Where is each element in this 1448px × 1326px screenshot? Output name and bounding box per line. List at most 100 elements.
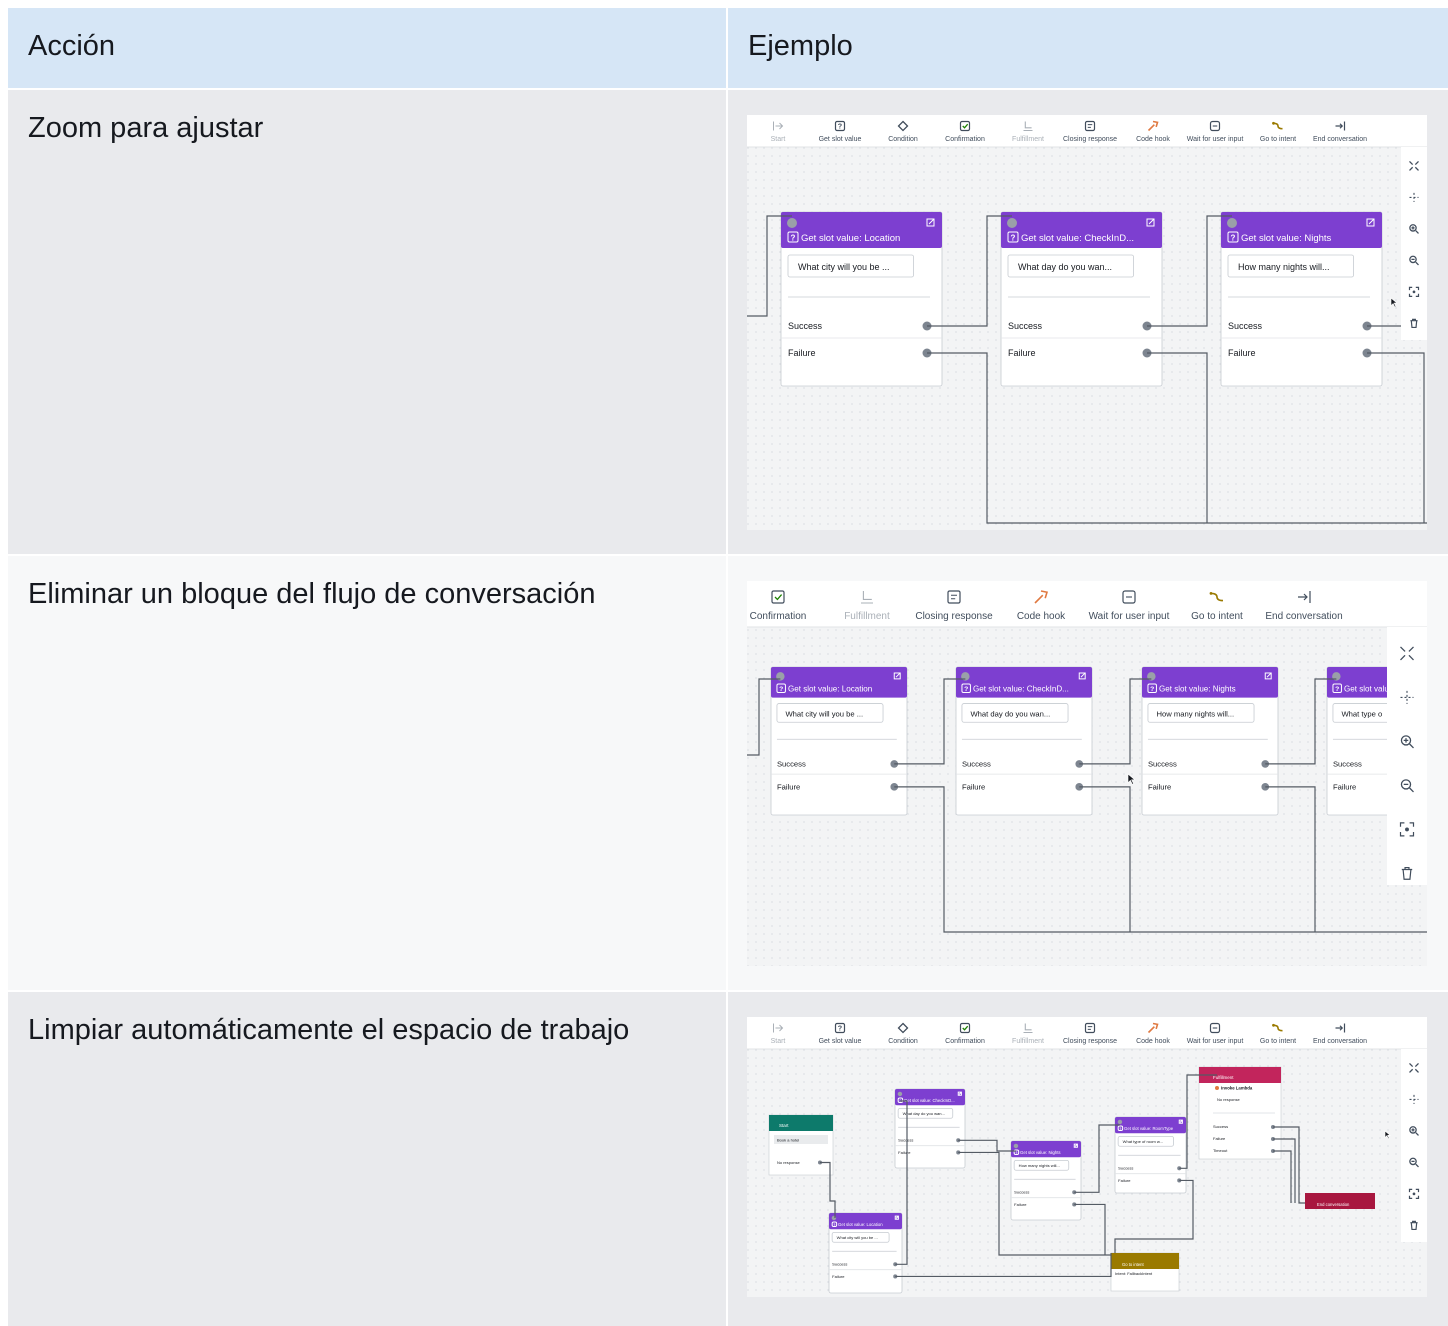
toolbar-label: Condition	[888, 136, 918, 143]
end-conversation-block[interactable]: End conversation	[1305, 1193, 1375, 1209]
zoom-controls-panel	[1401, 147, 1427, 340]
slot-icon-glyph: ?	[791, 234, 796, 243]
action-text: Limpiar automáticamente el espacio de tr…	[28, 1014, 630, 1046]
toolbar-label: Fulfillment	[1012, 1038, 1044, 1045]
go-to-intent-dot	[1209, 592, 1213, 595]
input-port	[897, 1091, 903, 1097]
block-title: Get slot value: RoomType	[1124, 1126, 1174, 1131]
slot-icon-glyph: ?	[833, 1223, 835, 1227]
action-text: Zoom para ajustar	[28, 112, 264, 144]
block-title: Get slot value: Nights	[1020, 1150, 1061, 1155]
slot-block-location[interactable]: ? Get slot value: LocationWhat city will …	[828, 1212, 903, 1294]
toolbar-label: Confirmation	[945, 136, 985, 143]
block-title: Get slot value: CheckInD...	[1021, 233, 1134, 244]
failure-label: Failure	[832, 1274, 845, 1279]
toolbar-label: Confirmation	[945, 1038, 985, 1045]
toolbar-label: Get slot value	[819, 136, 862, 143]
failure-label: Failure	[788, 348, 816, 358]
toolbar-label: Fulfillment	[844, 611, 890, 622]
prompt-text: How many nights will...	[1019, 1163, 1060, 1168]
block-title: Get slot value: Nights	[1159, 685, 1236, 694]
toolbar-label: Wait for user input	[1089, 611, 1170, 622]
table-row: Eliminar un bloque del flujo de conversa…	[8, 556, 1448, 990]
toolbar-label: Start	[771, 1038, 786, 1045]
input-port	[1227, 218, 1237, 228]
block-title: Get slot value: Nights	[1241, 233, 1332, 244]
block-title: Get slot value: Location	[838, 1222, 883, 1227]
zoom-controls-panel	[1401, 1049, 1427, 1242]
toolbar-label: Go to intent	[1260, 1038, 1296, 1045]
failure-label: Failure	[898, 1150, 911, 1155]
slot-block-checkin[interactable]: ? Get slot value: CheckInD... What day do …	[955, 666, 1093, 816]
toolbar-label: Condition	[888, 1038, 918, 1045]
lambda-label: Invoke Lambda	[1221, 1086, 1253, 1091]
header-action-label: Acción	[28, 30, 116, 62]
block-title: Start	[779, 1123, 789, 1128]
example-cell: Start? Get slot value Condition Confirmatio…	[728, 992, 1448, 1326]
example-cell: Confirmation Fulfillment Closing response C…	[728, 556, 1448, 990]
input-port	[1117, 1119, 1123, 1125]
flow-canvas[interactable]: Confirmation Fulfillment Closing response C…	[747, 581, 1427, 966]
failure-label: Failure	[1213, 1136, 1226, 1141]
slot-block-nights[interactable]: ? Get slot value: NightsHow many nights w…	[1141, 666, 1279, 816]
toolbar-label: Start	[771, 136, 786, 143]
header-cell-action: Acción	[8, 8, 726, 88]
example-screenshot-delete-block: Confirmation Fulfillment Closing response C…	[747, 581, 1427, 966]
toolbar-label: Get slot value	[819, 1038, 862, 1045]
action-cell: Zoom para ajustar	[8, 90, 726, 554]
input-port	[1007, 218, 1017, 228]
failure-label: Failure	[1118, 1178, 1131, 1183]
toolbar-label: End conversation	[1265, 611, 1342, 622]
toolbar-label: Code hook	[1136, 136, 1170, 143]
fulfillment-block[interactable]: Fulfillment Invoke Lambda No response Succe…	[1198, 1066, 1282, 1160]
slot-icon-glyph: ?	[1150, 686, 1154, 693]
success-label: Success	[777, 759, 806, 768]
slot-icon-glyph: ?	[779, 686, 783, 693]
flow-canvas[interactable]: Start? Get slot value Condition Confirmatio…	[747, 1017, 1427, 1297]
slot-block-checkin[interactable]: ? Get slot value: CheckInD... What day do …	[1000, 211, 1163, 387]
toolbar-label: Fulfillment	[1012, 136, 1044, 143]
header-cell-example: Ejemplo	[728, 8, 1448, 88]
edit-icon	[1073, 1143, 1078, 1148]
block-title: End conversation	[1317, 1202, 1350, 1207]
slot-block-roomtype[interactable]: ? Get slot value: RoomType What type of ro…	[1114, 1116, 1187, 1194]
slot-icon-glyph: ?	[1231, 234, 1236, 243]
zoom-controls-panel	[1387, 627, 1427, 885]
failure-label: Failure	[1228, 348, 1256, 358]
block-title: Go to intent	[1122, 1262, 1144, 1267]
slot-block-location[interactable]: ? Get slot value: LocationWhat city will …	[770, 666, 908, 816]
prompt-text: What city will you be ...	[785, 709, 863, 718]
input-port	[787, 218, 797, 228]
toolbar-label: Go to intent	[1260, 136, 1296, 143]
center-dot	[1412, 1192, 1416, 1196]
edit-icon	[1178, 1119, 1183, 1124]
prompt-text: What city will you be ...	[798, 262, 890, 272]
flow-canvas[interactable]: Start? Get slot value Condition Confirmatio…	[747, 115, 1427, 530]
success-label: Success	[1213, 1124, 1228, 1129]
prompt-text: What type of room w...	[1123, 1139, 1163, 1144]
action-cell: Eliminar un bloque del flujo de conversa…	[8, 556, 726, 990]
table-row: Limpiar automáticamente el espacio de tr…	[8, 992, 1448, 1326]
example-screenshot-zoom-to-fit: Start? Get slot value Condition Confirmatio…	[747, 115, 1427, 530]
success-label: Success	[1118, 1166, 1133, 1171]
prompt-text: What type o	[1341, 709, 1382, 718]
slot-icon-glyph: ?	[964, 686, 968, 693]
edit-icon	[894, 1215, 899, 1220]
slot-block-location[interactable]: ? Get slot value: LocationWhat city will …	[780, 211, 943, 387]
success-label: Success	[1008, 321, 1043, 331]
go-to-intent-dot	[1272, 1023, 1275, 1027]
toolbar-label: Go to intent	[1191, 611, 1243, 622]
input-port	[1013, 1143, 1019, 1149]
start-block[interactable]: Start Book a hotel No response	[768, 1114, 834, 1176]
slot-block-nights[interactable]: ? Get slot value: NightsHow many nights w…	[1010, 1140, 1082, 1221]
slot-block-nights[interactable]: ? Get slot value: NightsHow many nights w…	[1220, 211, 1383, 387]
block-title: Get slot value: CheckInD...	[904, 1098, 955, 1103]
example-screenshot-auto-clean: Start? Get slot value Condition Confirmatio…	[747, 1017, 1427, 1297]
go-to-intent-block[interactable]: Go to intent Intent: FallbackIntent	[1110, 1252, 1180, 1292]
toolbar-label: Closing response	[1063, 1038, 1117, 1045]
toolbar-label: Closing response	[1063, 136, 1117, 143]
success-label: Success	[1333, 759, 1362, 768]
prompt-text: What day do you wan...	[970, 709, 1050, 718]
failure-label: Failure	[1148, 782, 1171, 791]
success-label: Success	[962, 759, 991, 768]
